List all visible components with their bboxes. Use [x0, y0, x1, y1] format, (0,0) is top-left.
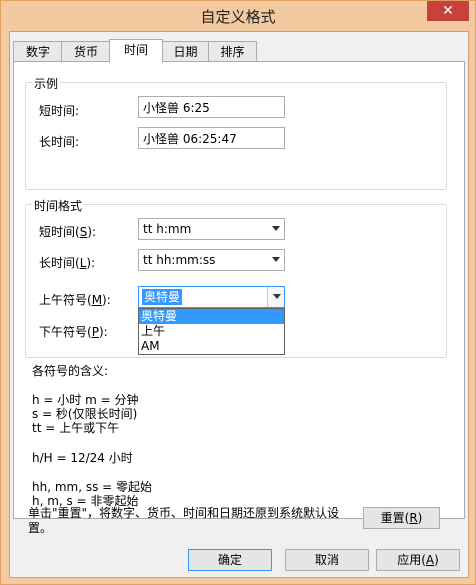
legend-line: hh, mm, ss = 零起始 — [32, 480, 153, 494]
am-symbol-label: 上午符号(M): — [39, 293, 111, 307]
example-short-value: 小怪兽 6:25 — [138, 96, 285, 118]
reset-button[interactable]: 重置(R) — [363, 507, 440, 529]
dialog-window: 自定义格式 ✕ 数字 货币 时间 日期 排序 示例 短时间: 小怪兽 6:25 … — [0, 0, 476, 585]
ok-button[interactable]: 确定 — [188, 549, 272, 571]
legend-line: tt = 上午或下午 — [32, 421, 120, 435]
example-group-title: 示例 — [32, 75, 61, 92]
dropdown-button[interactable] — [267, 287, 284, 307]
legend-line: h/H = 12/24 小时 — [32, 451, 133, 465]
am-symbol-combo[interactable]: 奥特曼 — [138, 286, 285, 308]
tab-number[interactable]: 数字 — [13, 41, 63, 62]
legend-line: h = 小时 m = 分钟 — [32, 393, 139, 407]
tab-currency[interactable]: 货币 — [61, 41, 111, 62]
short-time-label: 短时间(S): — [39, 225, 97, 239]
dropdown-option[interactable]: AM — [139, 339, 284, 354]
dialog-title: 自定义格式 — [200, 8, 276, 26]
tab-sort[interactable]: 排序 — [208, 41, 257, 62]
long-time-combo[interactable]: tt hh:mm:ss — [138, 249, 285, 271]
apply-button[interactable]: 应用(A) — [376, 549, 460, 571]
am-symbol-dropdown-list: 奥特曼 上午 AM — [138, 308, 285, 355]
example-short-label: 短时间: — [39, 104, 80, 118]
short-time-combo[interactable]: tt h:mm — [138, 218, 285, 240]
tab-panel-time: 示例 短时间: 小怪兽 6:25 长时间: 小怪兽 06:25:47 时间格式 … — [13, 61, 465, 519]
chevron-down-icon — [272, 257, 280, 262]
example-long-value: 小怪兽 06:25:47 — [138, 127, 285, 149]
reset-note-line2: 置。 — [28, 521, 53, 535]
title-bar: 自定义格式 ✕ — [1, 1, 475, 31]
close-icon: ✕ — [442, 3, 454, 19]
tab-time[interactable]: 时间 — [109, 39, 163, 63]
dropdown-option[interactable]: 奥特曼 — [139, 309, 284, 324]
short-time-value: tt h:mm — [143, 222, 192, 236]
time-format-group: 时间格式 短时间(S): tt h:mm 长时间(L): tt hh:mm:ss… — [25, 197, 447, 358]
dropdown-option[interactable]: 上午 — [139, 324, 284, 339]
legend-line: s = 秒(仅限长时间) — [32, 407, 138, 421]
chevron-down-icon — [272, 226, 280, 231]
chevron-down-icon — [273, 294, 281, 299]
long-time-label: 长时间(L): — [39, 256, 96, 270]
time-format-group-title: 时间格式 — [32, 197, 85, 214]
close-button[interactable]: ✕ — [427, 1, 469, 21]
dialog-client: 数字 货币 时间 日期 排序 示例 短时间: 小怪兽 6:25 长时间: 小怪兽… — [9, 31, 469, 578]
long-time-value: tt hh:mm:ss — [143, 253, 216, 267]
cancel-button[interactable]: 取消 — [285, 549, 369, 571]
example-long-label: 长时间: — [39, 135, 80, 149]
am-symbol-value[interactable]: 奥特曼 — [142, 289, 183, 305]
legend-heading: 各符号的含义: — [32, 364, 109, 378]
example-group: 示例 短时间: 小怪兽 6:25 长时间: 小怪兽 06:25:47 — [25, 75, 447, 190]
reset-note-line1: 单击"重置"，将数字、货币、时间和日期还原到系统默认设 — [28, 506, 340, 520]
pm-symbol-label: 下午符号(P): — [39, 325, 108, 339]
tab-date[interactable]: 日期 — [161, 41, 210, 62]
